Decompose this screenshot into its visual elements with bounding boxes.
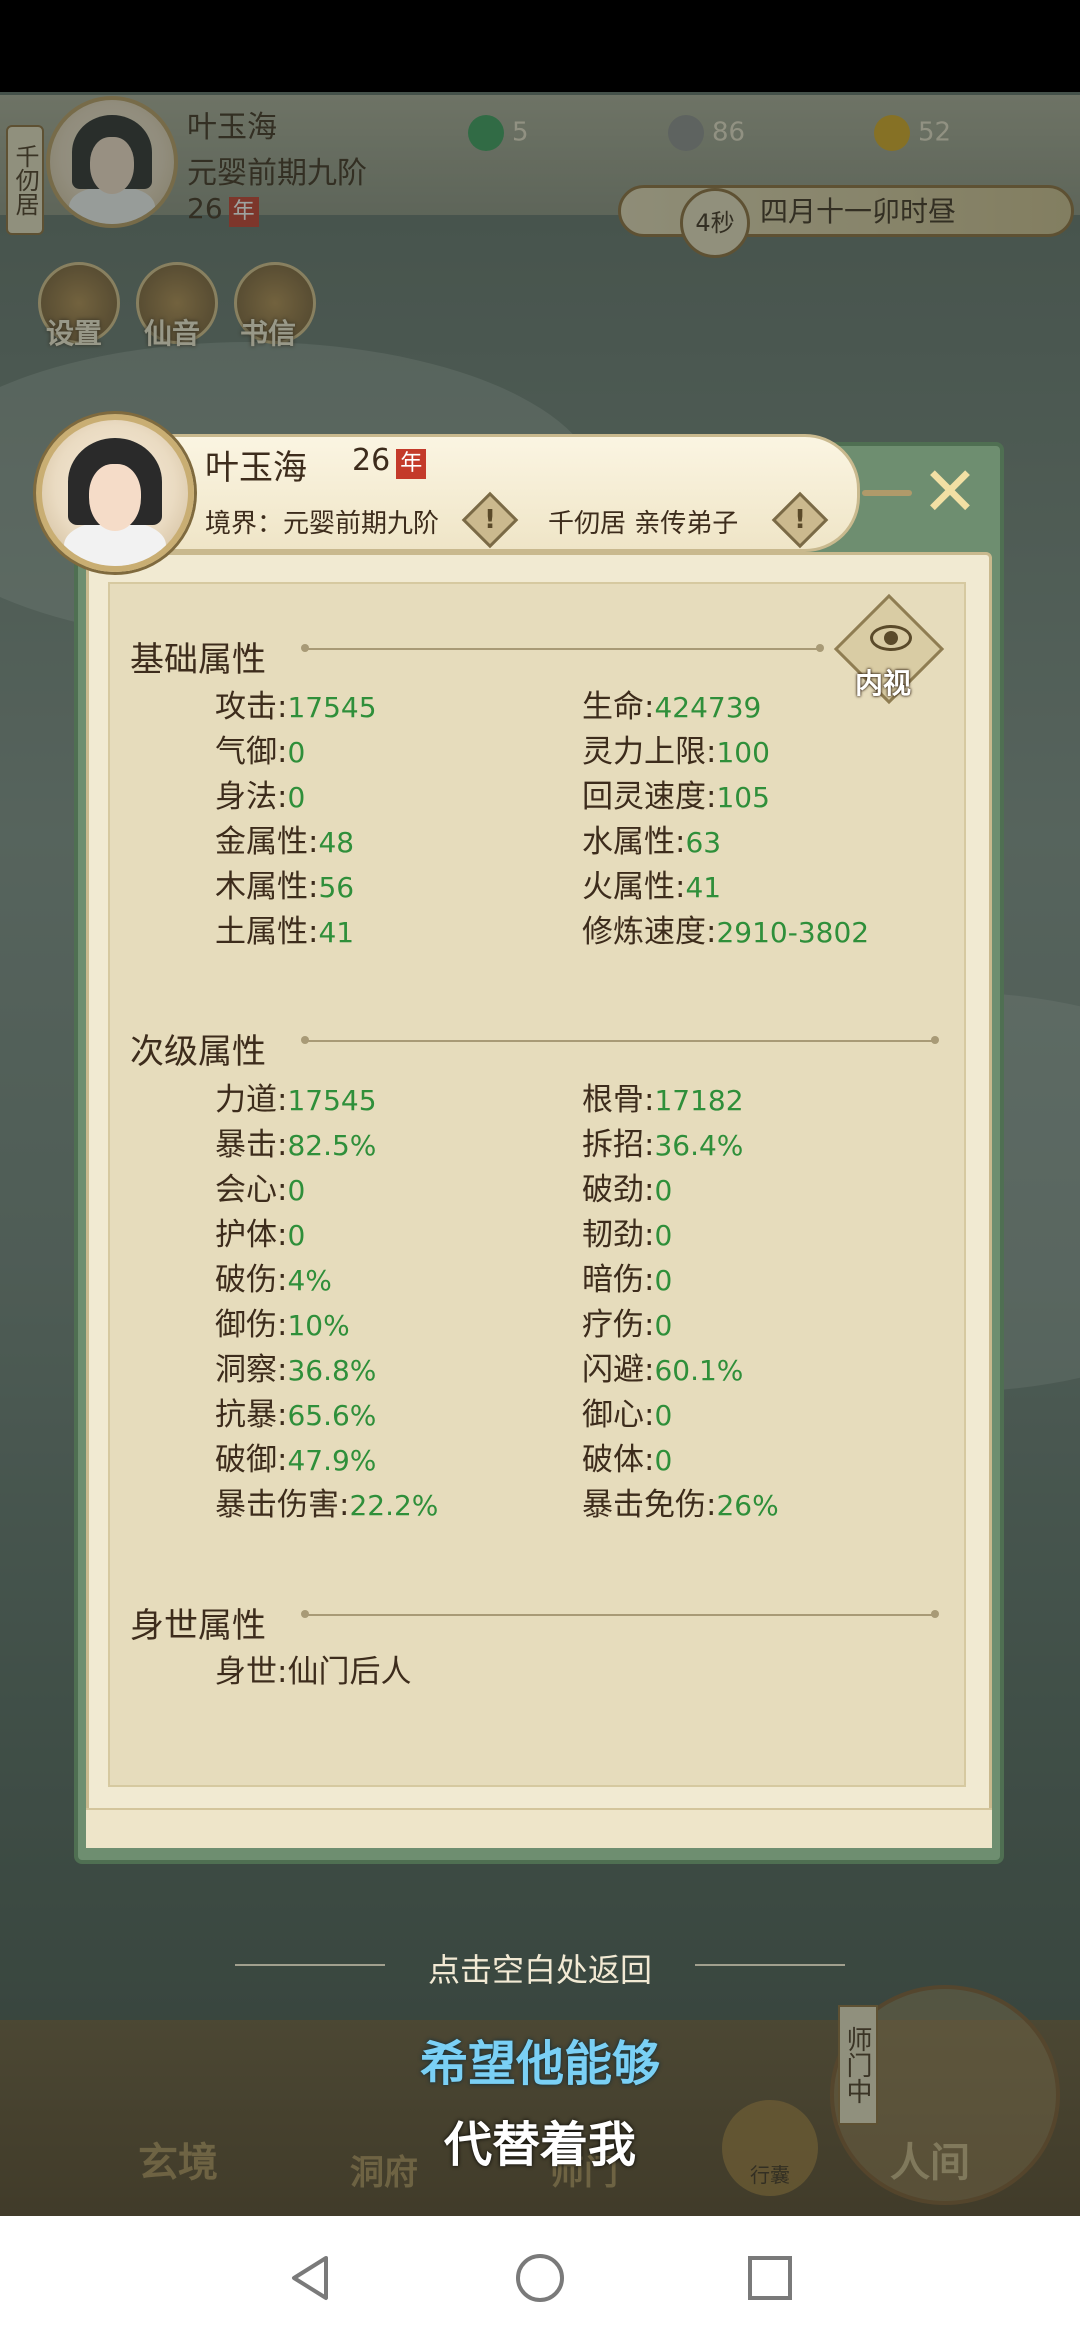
stat-healing: 疗伤:0	[582, 1307, 673, 1343]
stat-break-defense: 破御:47.9%	[215, 1442, 377, 1478]
section-divider	[301, 644, 824, 652]
stat-strength: 力道:17545	[215, 1082, 377, 1118]
character-age: 26 年	[352, 443, 427, 479]
close-button[interactable]: ✕	[912, 458, 988, 534]
character-avatar	[36, 414, 194, 572]
stat-crit: 暴击:82.5%	[215, 1127, 377, 1163]
stat-spirit-max: 灵力上限:100	[582, 734, 770, 770]
avatar-face	[88, 463, 142, 531]
section-divider	[301, 1610, 939, 1618]
stat-hp: 生命:424739	[582, 689, 762, 725]
stat-crit-resist: 抗暴:65.6%	[215, 1397, 377, 1433]
section-title-secondary: 次级属性	[130, 1032, 266, 1072]
stat-agility: 身法:0	[215, 779, 306, 815]
stat-cultivation-speed: 修炼速度:2910-3802	[582, 914, 870, 950]
character-name: 叶玉海	[205, 448, 307, 488]
stat-crit-damage: 暴击伤害:22.2%	[215, 1487, 439, 1523]
stat-break-force: 破劲:0	[582, 1172, 673, 1208]
tap-to-return-hint: 点击空白处返回	[427, 1951, 652, 1989]
inner-view-label: 内视	[855, 667, 912, 700]
stat-break-body: 破体:0	[582, 1442, 673, 1478]
stat-metal: 金属性:48	[215, 824, 355, 860]
character-sect: 千仞居 亲传弟子	[548, 509, 739, 539]
section-title-background: 身世属性	[130, 1606, 266, 1646]
recents-icon[interactable]	[742, 2250, 798, 2306]
stat-break-injury: 破伤:4%	[215, 1262, 332, 1298]
stat-body-guard: 护体:0	[215, 1217, 306, 1253]
stat-bone: 根骨:17182	[582, 1082, 744, 1118]
age-value: 26	[352, 443, 391, 478]
scroll-bottom	[86, 1808, 992, 1848]
status-bar	[0, 0, 1080, 92]
section-divider	[301, 1036, 939, 1044]
close-pin	[862, 490, 912, 496]
stat-fire: 火属性:41	[582, 869, 722, 905]
stat-insight: 会心:0	[215, 1172, 306, 1208]
stat-origin: 身世:仙门后人	[215, 1654, 412, 1690]
stat-injury-defense: 御伤:10%	[215, 1307, 350, 1343]
back-icon[interactable]	[282, 2250, 338, 2306]
stat-mind-defense: 御心:0	[582, 1397, 673, 1433]
stat-attack: 攻击:17545	[215, 689, 377, 725]
stat-hidden-injury: 暗伤:0	[582, 1262, 673, 1298]
home-icon[interactable]	[512, 2250, 568, 2306]
stat-qi-defense: 气御:0	[215, 734, 306, 770]
stat-earth: 土属性:41	[215, 914, 355, 950]
stat-crit-damage-reduction: 暴击免伤:26%	[582, 1487, 779, 1523]
stat-toughness: 韧劲:0	[582, 1217, 673, 1253]
subtitle-line-1: 希望他能够	[419, 2036, 660, 2092]
section-title-basic: 基础属性	[130, 640, 266, 680]
stat-spirit-regen: 回灵速度:105	[582, 779, 770, 815]
stat-counter: 拆招:36.4%	[582, 1127, 744, 1163]
character-realm: 境界：元婴前期九阶	[205, 509, 440, 539]
stat-dodge: 闪避:60.1%	[582, 1352, 744, 1388]
stat-wood: 木属性:56	[215, 869, 355, 905]
stat-perception: 洞察:36.8%	[215, 1352, 377, 1388]
subtitle-line-2: 代替着我	[443, 2117, 636, 2173]
stat-water: 水属性:63	[582, 824, 722, 860]
eye-pupil	[884, 631, 898, 645]
year-badge: 年	[396, 449, 427, 479]
